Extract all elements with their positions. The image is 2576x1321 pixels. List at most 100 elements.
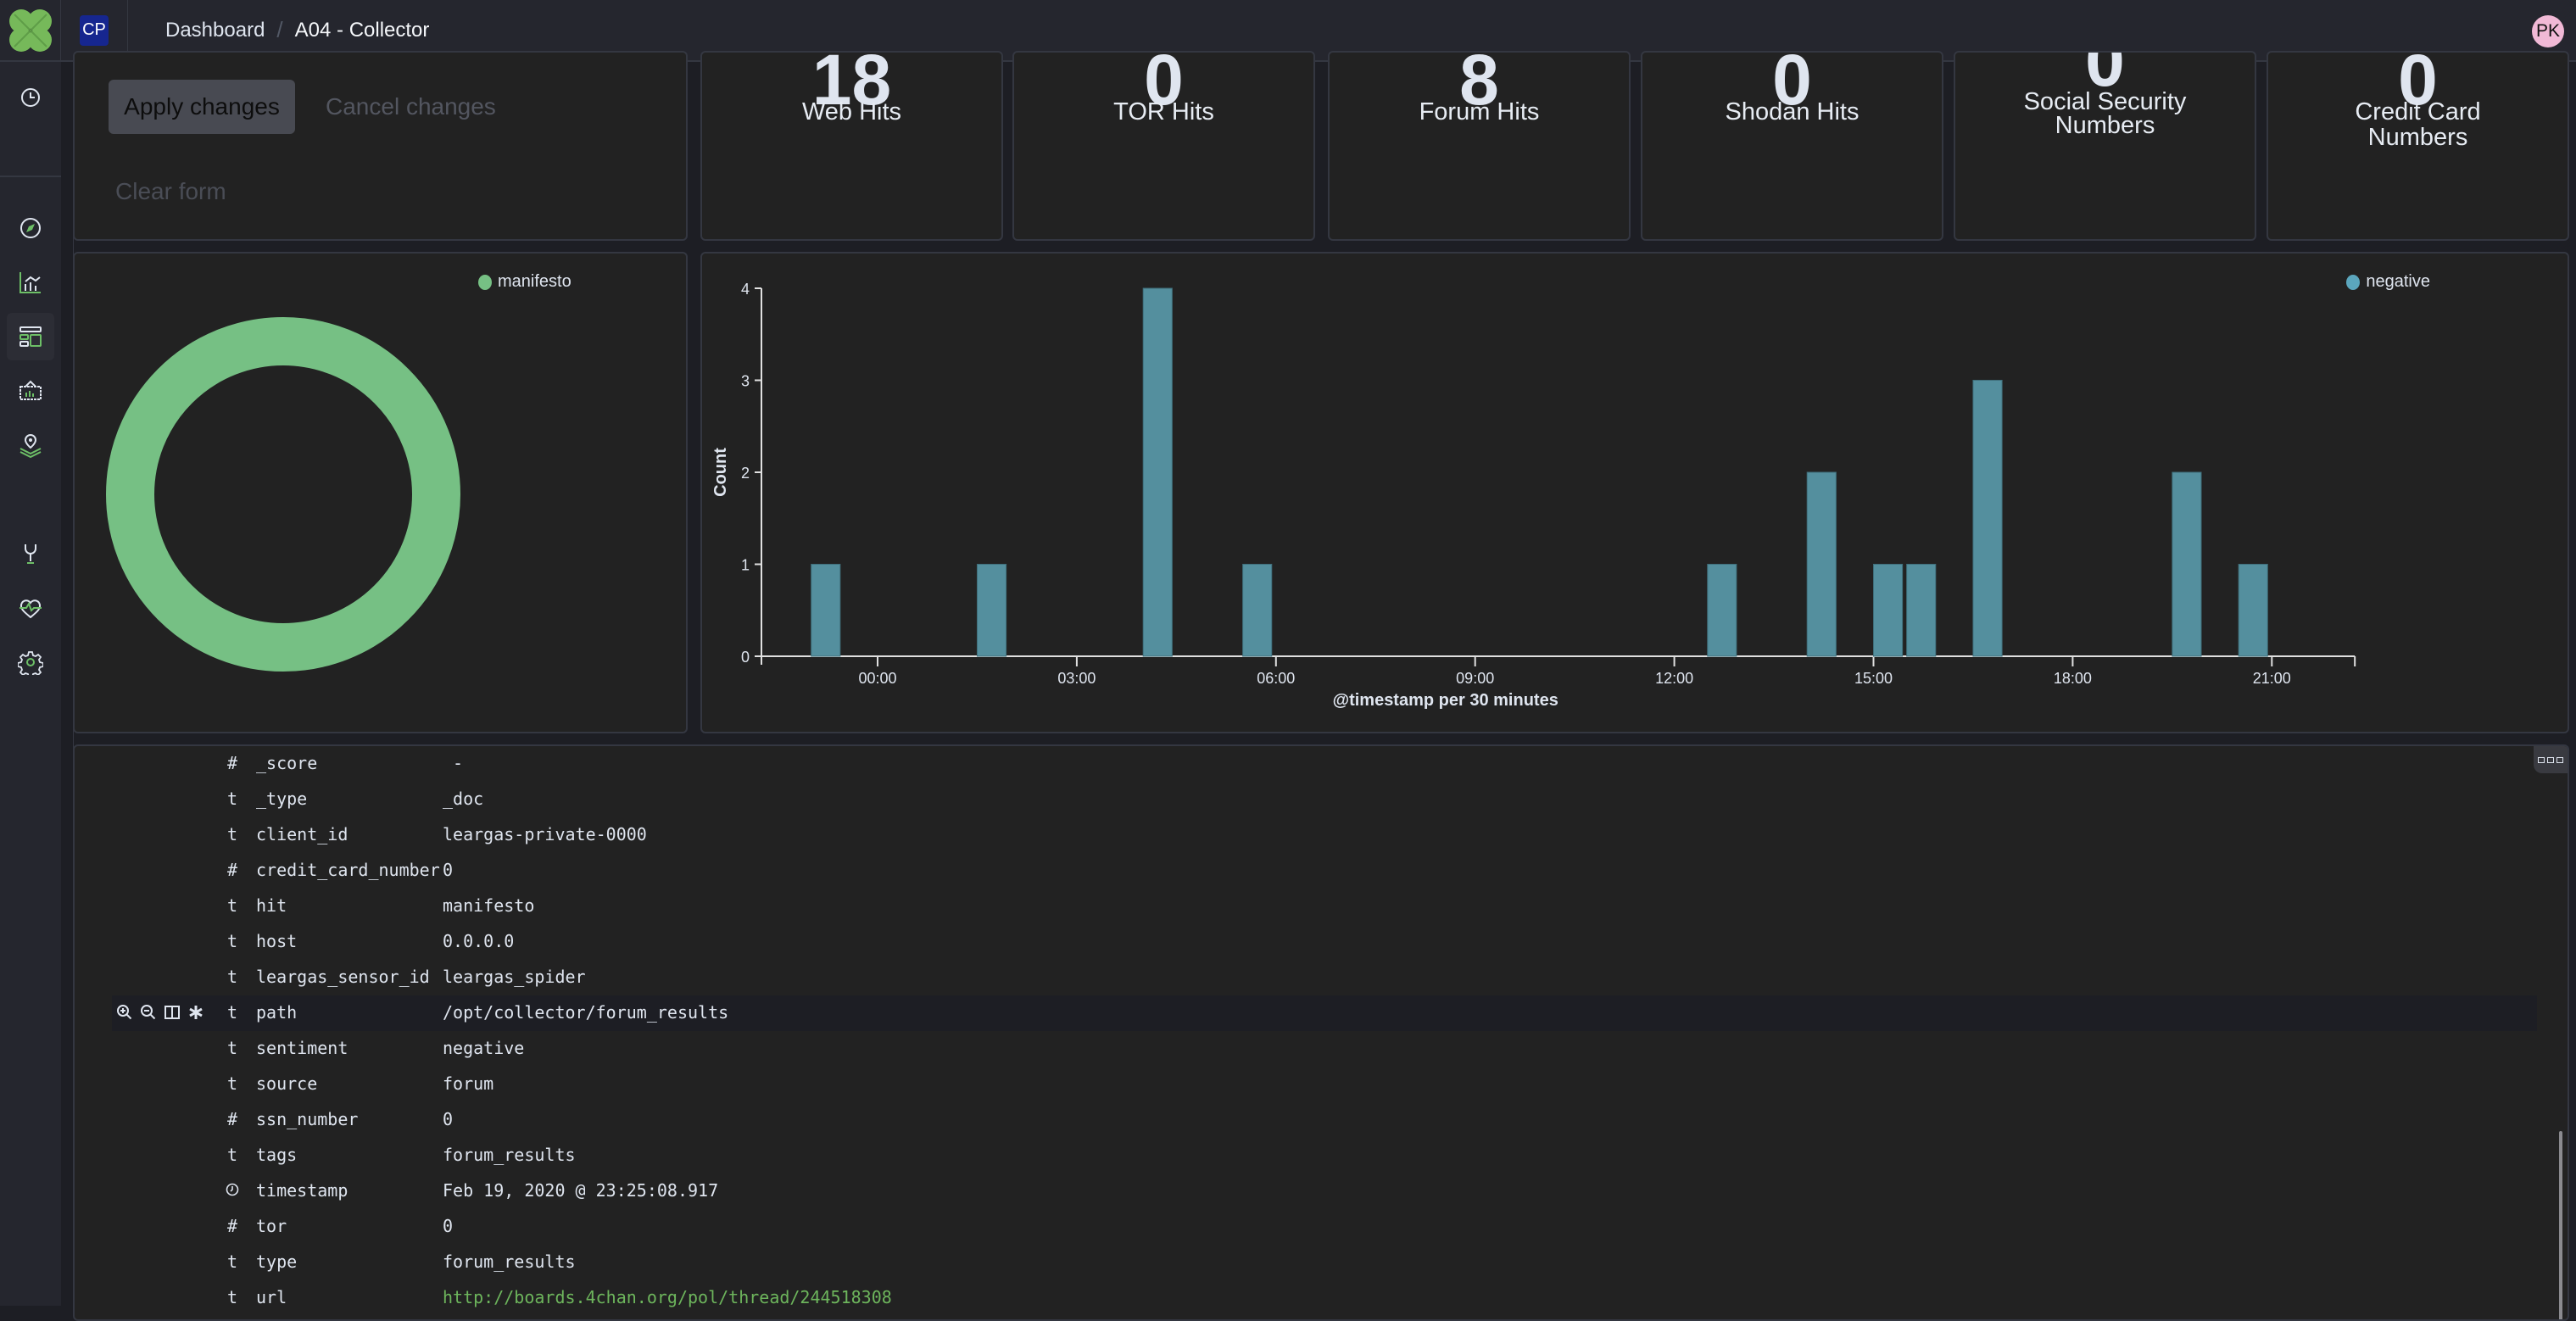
document-field-row[interactable]: t host 0.0.0.0 bbox=[75, 924, 2568, 960]
y-tick-label: 4 bbox=[741, 281, 750, 298]
x-tick-label: 12:00 bbox=[1655, 670, 1693, 687]
stat-panel: 18 Web Hits bbox=[700, 51, 1003, 241]
bar[interactable] bbox=[1873, 564, 1904, 657]
document-field-row[interactable]: t type forum_results bbox=[75, 1245, 2568, 1280]
row-actions bbox=[115, 1002, 205, 1023]
document-field-row[interactable]: # credit_card_number 0 bbox=[75, 853, 2568, 889]
field-value: 0 bbox=[443, 1216, 454, 1236]
field-value: negative bbox=[443, 1038, 525, 1058]
number-field-icon: # bbox=[226, 1109, 238, 1129]
field-name: path bbox=[256, 1002, 298, 1023]
y-tick-label: 2 bbox=[741, 465, 750, 482]
field-name: _score bbox=[256, 753, 318, 773]
stat-label: Social Security Numbers bbox=[2023, 88, 2187, 139]
field-name: _type bbox=[256, 789, 308, 809]
nav-divider bbox=[0, 176, 61, 177]
field-value: forum_results bbox=[443, 1145, 576, 1165]
user-avatar[interactable]: PK bbox=[2532, 15, 2564, 47]
field-value-link[interactable]: http://boards.4chan.org/pol/thread/24451… bbox=[443, 1287, 892, 1307]
breadcrumb-current: A04 - Collector bbox=[294, 18, 430, 42]
gear-icon bbox=[18, 651, 43, 675]
document-field-row[interactable]: t sentiment negative bbox=[75, 1031, 2568, 1067]
zoom-in-icon[interactable] bbox=[115, 1002, 134, 1023]
document-field-row[interactable]: # ssn_number 0 bbox=[75, 1102, 2568, 1138]
bar[interactable] bbox=[2238, 564, 2268, 657]
heartbeat-icon bbox=[20, 599, 42, 619]
clover-logo-icon bbox=[8, 8, 52, 52]
field-name: host bbox=[256, 931, 298, 951]
scrollbar[interactable] bbox=[2559, 1131, 2562, 1319]
nav-stack-management[interactable] bbox=[7, 638, 54, 686]
stat-label: Web Hits bbox=[801, 98, 902, 125]
string-field-icon: t bbox=[226, 1073, 238, 1094]
bar[interactable] bbox=[1806, 471, 1837, 657]
field-value: 0.0.0.0 bbox=[443, 931, 515, 951]
field-value: manifesto bbox=[443, 895, 535, 916]
document-field-row[interactable]: t path/opt/collector/forum_results bbox=[112, 995, 2537, 1031]
clock-icon bbox=[21, 88, 40, 107]
space-avatar[interactable]: CP bbox=[80, 14, 109, 46]
number-field-icon: # bbox=[226, 860, 238, 880]
visualize-icon bbox=[20, 272, 41, 293]
field-name: tags bbox=[256, 1145, 298, 1165]
field-value: forum bbox=[443, 1073, 494, 1094]
bar[interactable] bbox=[811, 564, 841, 657]
bar-chart-panel: negative 0 1 2 3 4 00:00 03:00 06:00 09:00 12:00 1… bbox=[700, 252, 2569, 733]
document-field-row[interactable]: t url http://boards.4chan.org/pol/thread/2… bbox=[75, 1280, 2568, 1316]
app-logo[interactable] bbox=[0, 0, 61, 61]
bar[interactable] bbox=[1707, 564, 1737, 657]
donut-slice[interactable] bbox=[106, 317, 460, 672]
field-name: tor bbox=[256, 1216, 287, 1236]
nav-canvas[interactable] bbox=[7, 367, 54, 415]
field-value: 0 bbox=[443, 860, 454, 880]
document-field-row[interactable]: t tags forum_results bbox=[75, 1138, 2568, 1173]
bar[interactable] bbox=[2172, 471, 2202, 657]
stat-panel: 0 Social Security Numbers bbox=[1954, 51, 2256, 241]
y-axis-title: Count bbox=[711, 448, 730, 497]
nav-visualize[interactable] bbox=[7, 259, 54, 306]
apply-changes-button[interactable]: Apply changes bbox=[109, 80, 295, 134]
field-name: url bbox=[256, 1287, 287, 1307]
x-tick-label: 06:00 bbox=[1257, 670, 1295, 687]
string-field-icon: t bbox=[226, 1038, 238, 1058]
bar[interactable] bbox=[1242, 564, 1273, 657]
field-value: - bbox=[443, 753, 464, 773]
document-field-row[interactable]: t hit manifesto bbox=[75, 889, 2568, 924]
nav-stack-monitoring[interactable] bbox=[7, 584, 54, 632]
cancel-changes-button[interactable]: Cancel changes bbox=[321, 80, 501, 134]
bar[interactable] bbox=[1906, 564, 1937, 657]
filter-exists-icon[interactable] bbox=[187, 1002, 205, 1023]
field-name: timestamp bbox=[256, 1180, 348, 1201]
document-field-row[interactable]: t _type _doc bbox=[75, 782, 2568, 817]
nav-recently-viewed[interactable] bbox=[7, 74, 54, 121]
bar[interactable] bbox=[1972, 380, 2003, 657]
nav-dashboard[interactable] bbox=[7, 313, 54, 360]
document-field-row[interactable]: timestamp Feb 19, 2020 @ 23:25:08.917 bbox=[75, 1173, 2568, 1209]
date-field-icon bbox=[224, 1180, 241, 1201]
zoom-out-icon[interactable] bbox=[139, 1002, 158, 1023]
breadcrumb-dashboard[interactable]: Dashboard bbox=[165, 19, 265, 42]
string-field-icon: t bbox=[226, 1287, 238, 1307]
sidebar-gutter bbox=[61, 62, 74, 1306]
field-name: leargas_sensor_id bbox=[256, 967, 430, 987]
bar[interactable] bbox=[976, 564, 1007, 657]
nav-maps[interactable] bbox=[7, 421, 54, 469]
document-field-row[interactable]: # tor 0 bbox=[75, 1209, 2568, 1245]
wrench-icon bbox=[25, 544, 36, 564]
document-field-row[interactable]: t leargas_sensor_id leargas_spider bbox=[75, 960, 2568, 995]
string-field-icon: t bbox=[226, 1002, 238, 1023]
nav-dev-tools[interactable] bbox=[7, 530, 54, 577]
maps-icon bbox=[20, 433, 42, 458]
document-field-row[interactable]: t source forum bbox=[75, 1067, 2568, 1102]
bar[interactable] bbox=[1142, 287, 1173, 657]
string-field-icon: t bbox=[226, 789, 238, 809]
clear-form-button[interactable]: Clear form bbox=[115, 178, 226, 205]
number-field-icon: # bbox=[226, 1216, 238, 1236]
document-field-row[interactable]: # _score - bbox=[75, 746, 2568, 782]
document-field-row[interactable]: t client_id leargas-private-0000 bbox=[75, 817, 2568, 853]
toggle-column-icon[interactable] bbox=[163, 1002, 181, 1023]
number-field-icon: # bbox=[226, 753, 238, 773]
nav-discover[interactable] bbox=[7, 204, 54, 252]
field-value: Feb 19, 2020 @ 23:25:08.917 bbox=[443, 1180, 719, 1201]
x-tick-label: 15:00 bbox=[1854, 670, 1893, 687]
